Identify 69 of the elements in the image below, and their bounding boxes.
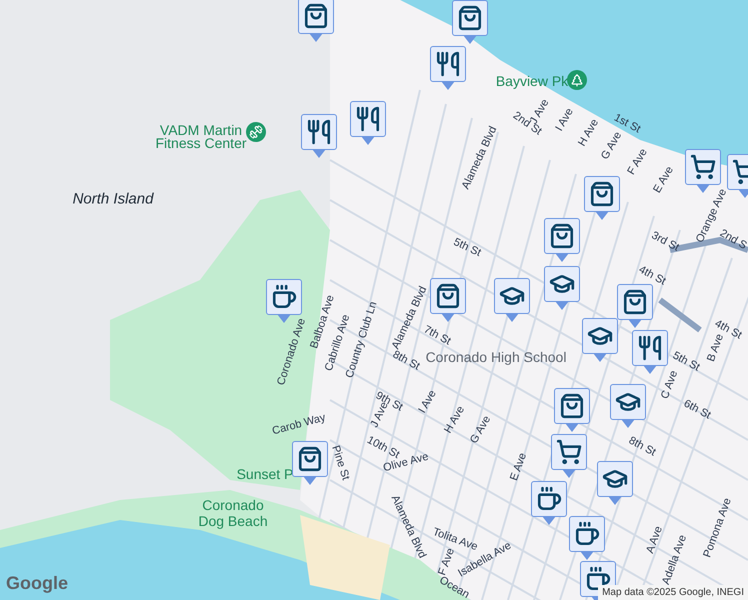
- map-label: 2nd S: [718, 228, 748, 252]
- map-label: 8th St: [390, 349, 422, 373]
- map-label: North Island: [72, 192, 154, 206]
- map-pin[interactable]: [452, 0, 488, 44]
- map-pin[interactable]: [569, 516, 605, 560]
- map-label: E Ave: [508, 452, 530, 482]
- map-label: 3rd St: [649, 230, 681, 254]
- map-label: Carob Way: [271, 412, 327, 438]
- coffee-cup-icon: [574, 521, 600, 547]
- shopping-bag-icon: [297, 446, 323, 472]
- map-label: Sunset P: [236, 467, 294, 481]
- map-label: 8th St: [626, 435, 658, 459]
- map-pin[interactable]: [430, 46, 466, 90]
- shopping-bag-icon: [589, 181, 615, 207]
- map-pin[interactable]: [292, 441, 328, 485]
- google-logo: Google: [6, 572, 68, 595]
- map-label: Coronado: [202, 498, 264, 512]
- map-pin[interactable]: [531, 481, 567, 525]
- fork-knife-icon: [355, 106, 381, 132]
- fork-knife-icon: [435, 51, 461, 77]
- map-pin[interactable]: [554, 388, 590, 432]
- map-label: 5th St: [452, 236, 482, 260]
- map-pin[interactable]: [551, 434, 587, 478]
- map-pin[interactable]: [301, 114, 337, 158]
- map-label: Coronado High School: [426, 350, 566, 364]
- map-pin[interactable]: [350, 101, 386, 145]
- map-pin[interactable]: [597, 461, 633, 505]
- map-pin[interactable]: [544, 266, 580, 310]
- map-label: 6th St: [682, 398, 712, 422]
- map-label: Fitness Center: [155, 136, 247, 150]
- coffee-cup-icon: [271, 284, 297, 310]
- shopping-bag-icon: [622, 289, 648, 315]
- map-label: H Ave: [442, 404, 468, 436]
- shopping-bag-icon: [549, 223, 575, 249]
- map-label: G Ave: [468, 414, 494, 446]
- fork-knife-icon: [306, 119, 332, 145]
- map-label: I Ave: [417, 388, 439, 416]
- shopping-bag-icon: [457, 5, 483, 31]
- map-label: E Ave: [652, 164, 676, 196]
- coffee-cup-icon: [536, 486, 562, 512]
- map-pin[interactable]: [544, 218, 580, 262]
- shopping-bag-icon: [559, 393, 585, 419]
- map-label: G Ave: [600, 130, 624, 162]
- map-pin[interactable]: [610, 384, 646, 428]
- map-label: VADM Martin: [160, 123, 242, 137]
- shopping-bag-icon: [435, 283, 461, 309]
- fork-knife-icon: [637, 335, 663, 361]
- map-label: F Ave: [437, 547, 457, 577]
- map-label: C Ave: [660, 369, 680, 401]
- map-label: 4th St: [636, 264, 668, 288]
- map-pin[interactable]: [584, 176, 620, 220]
- map-pin[interactable]: [582, 318, 618, 362]
- map-attribution: Map data ©2025 Google, INEGI: [598, 585, 748, 600]
- map-label: 7th St: [422, 324, 452, 348]
- map-label: H Ave: [576, 118, 602, 148]
- map-pin[interactable]: [430, 278, 466, 322]
- map-label: Dog Beach: [198, 514, 268, 528]
- map-label: Pine St: [329, 444, 351, 482]
- map-label: 10th St: [365, 434, 401, 462]
- map-label: I Ave: [554, 106, 576, 134]
- map-label: Bayview Pk: [496, 74, 568, 88]
- map-label: F Ave: [626, 147, 650, 177]
- shopping-cart-icon: [556, 439, 582, 465]
- map-pin[interactable]: [494, 278, 530, 322]
- shopping-bag-icon: [303, 3, 329, 29]
- shopping-cart-icon: [690, 154, 716, 180]
- map-label: B Ave: [706, 332, 726, 364]
- map-pin[interactable]: [617, 284, 653, 328]
- map-pin[interactable]: [298, 0, 334, 42]
